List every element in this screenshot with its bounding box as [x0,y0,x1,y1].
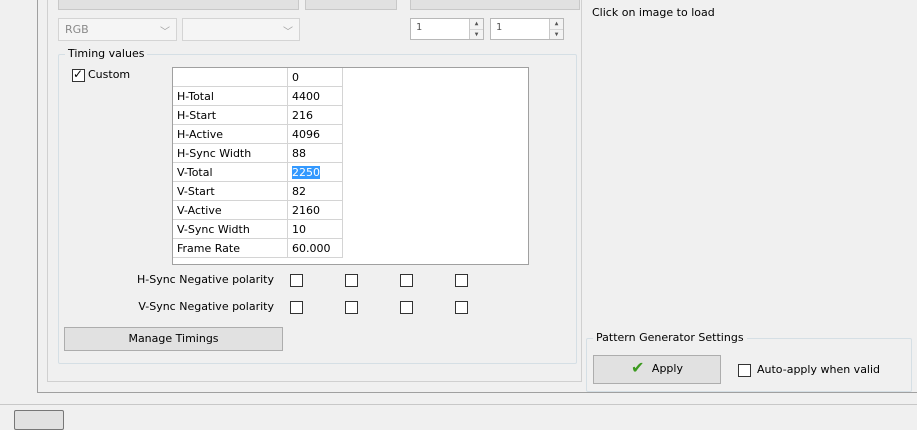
table-row[interactable]: H-Total 4400 [173,86,343,106]
table-header-row: 0 [173,68,343,87]
panel-divider [581,0,582,382]
checkmark-icon: ✔ [631,358,645,377]
row-label: Frame Rate [173,238,288,258]
table-row[interactable]: V-Active 2160 [173,200,343,220]
top-button-3[interactable] [410,0,580,10]
chevron-down-icon: ﹀ [160,27,170,38]
row-value[interactable]: 4400 [287,86,343,106]
table-corner [173,68,288,87]
top-button-1[interactable] [58,0,299,10]
row-label: V-Active [173,200,288,220]
table-row[interactable]: V-Sync Width 10 [173,219,343,239]
inner-frame-bottom [47,381,582,382]
hsync-polarity-checkbox[interactable] [345,274,358,287]
spin-down-icon[interactable]: ▼ [470,29,483,40]
table-row[interactable]: Frame Rate 60.000 [173,238,343,258]
vsync-polarity-checkbox[interactable] [400,301,413,314]
auto-apply-label: Auto-apply when valid [757,363,881,376]
chevron-down-icon: ﹀ [283,27,293,38]
row-value[interactable]: 4096 [287,124,343,144]
color-format-value: RGB [65,23,89,36]
custom-label: Custom [88,68,131,81]
spin-down-icon[interactable]: ▼ [550,29,563,40]
hsync-polarity-label: H-Sync Negative polarity [136,273,274,286]
apply-button[interactable]: ✔ Apply [593,355,721,384]
pattern-generator-title: Pattern Generator Settings [593,331,747,344]
spin-b-value: 1 [496,22,503,33]
row-label: H-Total [173,86,288,106]
spin-box-b[interactable]: 1 ▲ ▼ [490,18,564,40]
row-label: H-Sync Width [173,143,288,163]
outer-frame-bottom [37,392,917,393]
bottom-tab-button[interactable] [14,410,64,430]
row-value[interactable]: 2160 [287,200,343,220]
spin-up-icon[interactable]: ▲ [550,19,563,29]
status-separator [0,404,917,405]
row-label: V-Sync Width [173,219,288,239]
table-row[interactable]: H-Active 4096 [173,124,343,144]
table-row[interactable]: V-Start 82 [173,181,343,201]
table-row[interactable]: V-Total 2250 [173,162,343,182]
spin-box-a[interactable]: 1 ▲ ▼ [410,18,484,40]
vsync-polarity-label: V-Sync Negative polarity [138,300,274,313]
timing-table[interactable]: 0 H-Total 4400 H-Start 216 H-Active 4096… [172,67,529,265]
top-button-2[interactable] [305,0,397,10]
color-format-combo[interactable]: RGB ﹀ [58,18,177,41]
spin-up-icon[interactable]: ▲ [470,19,483,29]
timing-values-title: Timing values [65,47,148,60]
row-label: H-Start [173,105,288,125]
hsync-polarity-checkbox[interactable] [455,274,468,287]
inner-frame-left [47,0,48,382]
selected-value[interactable]: 2250 [292,165,320,179]
outer-frame-left [37,0,38,392]
row-value[interactable]: 88 [287,143,343,163]
hsync-polarity-checkbox[interactable] [400,274,413,287]
row-value[interactable]: 60.000 [287,238,343,258]
hsync-polarity-checkbox[interactable] [290,274,303,287]
row-label: V-Total [173,162,288,182]
table-row[interactable]: H-Sync Width 88 [173,143,343,163]
custom-checkbox[interactable] [72,67,85,82]
vsync-polarity-checkbox[interactable] [290,301,303,314]
vsync-polarity-checkbox[interactable] [455,301,468,314]
spin-a-value: 1 [416,22,423,33]
row-label: H-Active [173,124,288,144]
image-preview-area[interactable] [586,0,912,320]
table-row[interactable]: H-Start 216 [173,105,343,125]
auto-apply-checkbox[interactable] [738,364,751,377]
row-label: V-Start [173,181,288,201]
row-value[interactable]: 216 [287,105,343,125]
apply-label: Apply [651,362,683,375]
manage-timings-button[interactable]: Manage Timings [64,327,283,351]
secondary-combo[interactable]: ﹀ [182,18,300,41]
column-header[interactable]: 0 [287,68,343,87]
row-value[interactable]: 10 [287,219,343,239]
row-value[interactable]: 82 [287,181,343,201]
row-value-selected[interactable]: 2250 [287,162,343,182]
vsync-polarity-checkbox[interactable] [345,301,358,314]
